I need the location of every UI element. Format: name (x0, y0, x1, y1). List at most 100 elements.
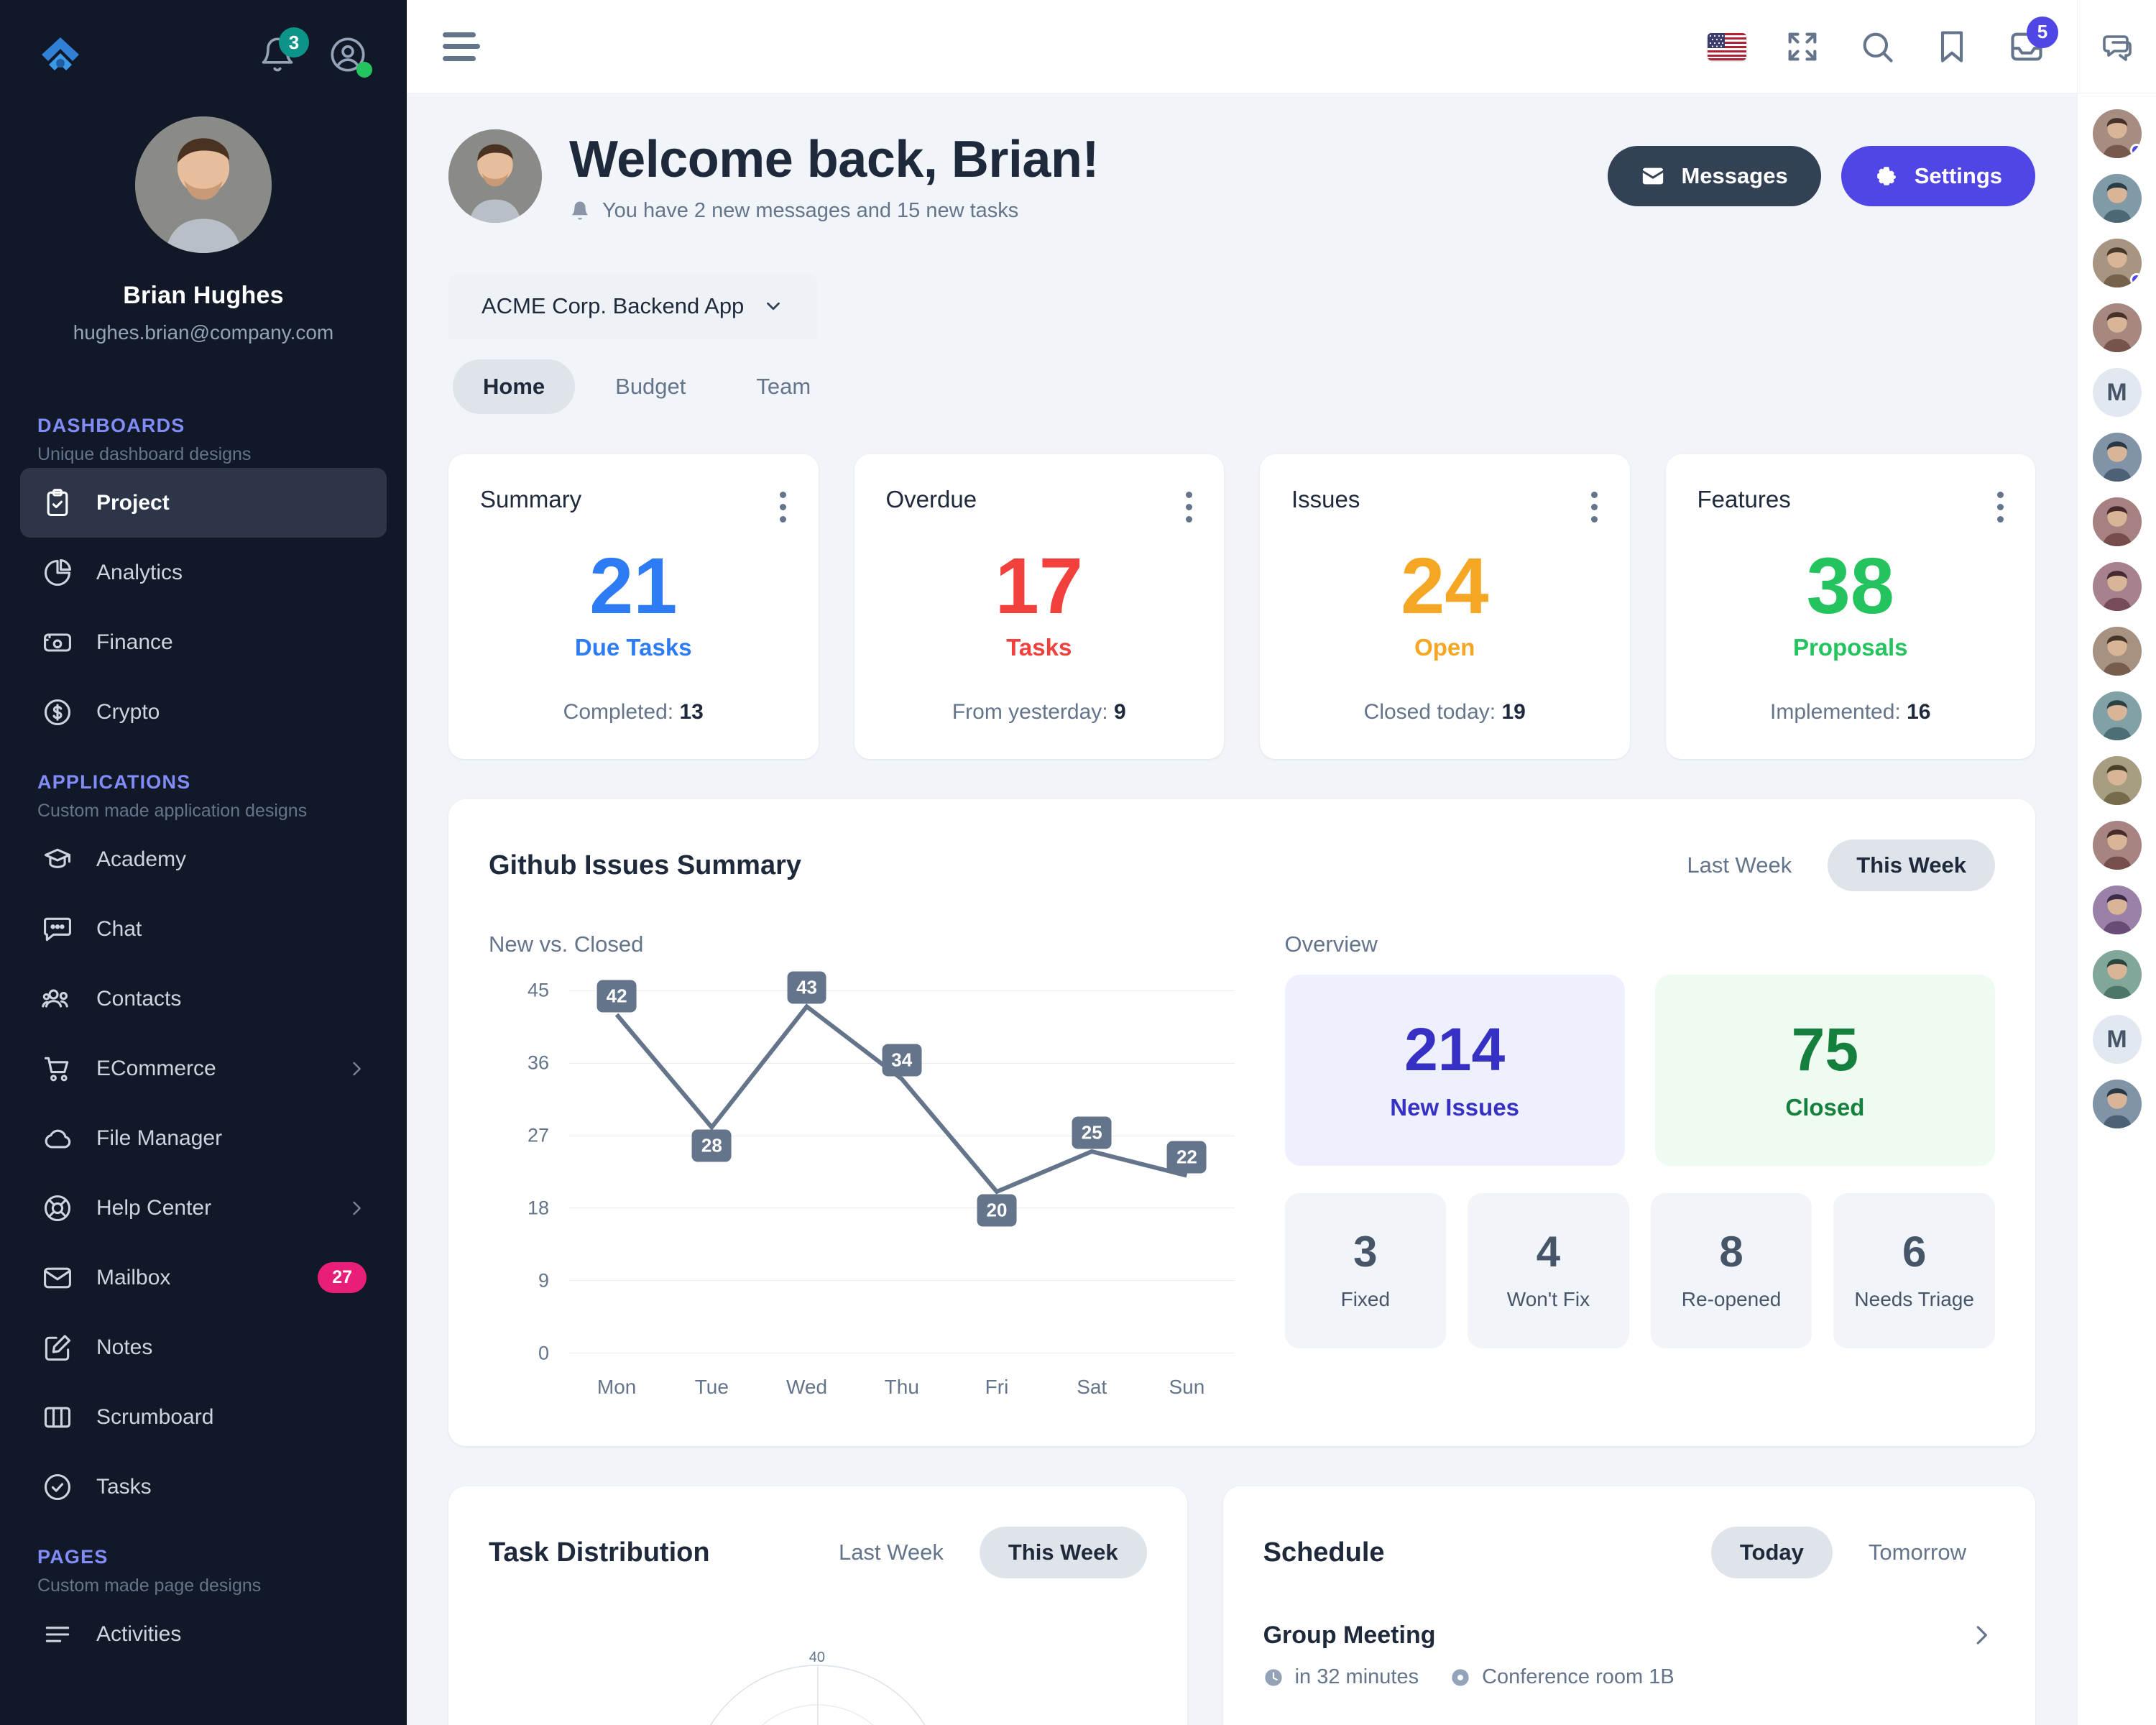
contact-avatar[interactable] (2092, 821, 2142, 870)
contact-avatar[interactable]: M (2092, 1015, 2142, 1064)
avatar (135, 116, 272, 253)
task-distribution-range-this-week[interactable]: This Week (979, 1527, 1147, 1578)
app-logo-icon[interactable] (37, 33, 83, 79)
schedule-range-tabs: Today Tomorrow (1710, 1527, 1995, 1578)
stat-card-footer-label: Implemented: (1770, 700, 1901, 724)
contact-avatar[interactable] (2092, 433, 2142, 482)
overview-tile-label: New Issues (1390, 1094, 1520, 1121)
more-options-icon[interactable] (1996, 486, 2004, 523)
sidebar-item-project[interactable]: Project (20, 468, 387, 538)
topbar: 5 (407, 0, 2077, 93)
cloud-icon (40, 1121, 75, 1156)
chart-y-tick-label: 0 (538, 1342, 549, 1364)
sidebar-item-badge: 27 (318, 1262, 367, 1293)
contact-avatar[interactable] (2092, 303, 2142, 352)
chevron-right-icon[interactable] (1968, 1622, 1995, 1649)
contact-avatar[interactable] (2092, 691, 2142, 740)
notifications-button[interactable]: 3 (259, 27, 309, 76)
more-options-icon[interactable] (1185, 486, 1192, 523)
chart-x-tick-label: Fri (985, 1376, 1009, 1398)
contact-avatar[interactable] (2092, 627, 2142, 676)
sidebar-item-chat[interactable]: Chat (20, 894, 387, 964)
tab-team[interactable]: Team (726, 359, 841, 414)
contact-avatar[interactable] (2092, 109, 2142, 158)
stat-card-value: 21 (589, 542, 678, 630)
project-selector[interactable]: ACME Corp. Backend App (448, 273, 818, 339)
tab-budget[interactable]: Budget (585, 359, 716, 414)
sidebar-item-label: Academy (96, 847, 187, 871)
overview-tile-label: Closed (1785, 1094, 1865, 1121)
overview-big-row: 214 New Issues 75 Closed (1284, 975, 1995, 1166)
sidebar-section-title: PAGES (37, 1546, 109, 1568)
contact-avatar[interactable] (2092, 497, 2142, 546)
sidebar-item-academy[interactable]: Academy (20, 824, 387, 894)
quick-panel-toggle[interactable] (2078, 0, 2156, 93)
sidebar-section-header: APPLICATIONS Custom made application des… (0, 747, 407, 824)
sidebar-header: 3 (0, 0, 407, 79)
inbox-count-badge: 5 (2027, 16, 2058, 48)
sidebar-item-notes[interactable]: Notes (20, 1312, 387, 1382)
contact-avatar[interactable] (2092, 562, 2142, 611)
new-vs-closed-chart-block: New vs. Closed 0 9 18 27 36 45 42 28 43 34 20 25 22 … (489, 932, 1256, 1406)
sidebar-item-label: Crypto (96, 699, 160, 724)
fullscreen-icon[interactable] (1784, 28, 1821, 65)
sidebar-item-help-center[interactable]: Help Center (20, 1173, 387, 1243)
contact-avatar[interactable]: M (2092, 368, 2142, 417)
settings-button-label: Settings (1914, 163, 2002, 188)
schedule-range-today[interactable]: Today (1710, 1527, 1833, 1578)
chart-y-tick-label: 45 (527, 979, 549, 1001)
bell-icon (571, 201, 589, 220)
sidebar-item-mailbox[interactable]: Mailbox 27 (20, 1243, 387, 1312)
schedule-title: Schedule (1263, 1537, 1385, 1568)
sidebar-item-activities[interactable]: Activities (20, 1599, 387, 1669)
clipboard-check-icon (40, 486, 75, 520)
more-options-icon[interactable] (780, 486, 787, 523)
contact-avatar[interactable] (2092, 886, 2142, 934)
hamburger-menu-icon[interactable] (443, 32, 480, 61)
user-status-button[interactable] (329, 36, 372, 78)
search-icon[interactable] (1858, 28, 1896, 65)
usa-flag-icon[interactable] (1708, 32, 1746, 60)
inbox-button[interactable]: 5 (2008, 16, 2058, 65)
contact-avatar[interactable] (2092, 174, 2142, 223)
github-range-last-week[interactable]: Last Week (1658, 840, 1820, 891)
bookmark-icon[interactable] (1933, 28, 1971, 65)
welcome-actions: Messages Settings (1608, 146, 2035, 206)
shopping-cart-icon (40, 1052, 75, 1086)
overview-tile-new-issues: 214 New Issues (1284, 975, 1625, 1166)
stat-card-footer-value: 16 (1907, 700, 1931, 724)
sidebar-profile[interactable]: Brian Hughes hughes.brian@company.com (0, 79, 407, 344)
schedule-range-tomorrow[interactable]: Tomorrow (1840, 1527, 1995, 1578)
sidebar-item-label: Scrumboard (96, 1404, 214, 1429)
sidebar-item-ecommerce[interactable]: ECommerce (20, 1034, 387, 1103)
pencil-square-icon (40, 1330, 75, 1365)
messages-button[interactable]: Messages (1608, 146, 1821, 206)
sidebar-item-label: Help Center (96, 1195, 212, 1220)
sidebar-section-subtitle: Custom made application designs (37, 801, 308, 821)
overview-block: Overview 214 New Issues 75 Closed 3 Fixed… (1284, 932, 1995, 1406)
sidebar-item-contacts[interactable]: Contacts (20, 964, 387, 1034)
sidebar-item-tasks[interactable]: Tasks (20, 1452, 387, 1522)
gear-icon (1876, 167, 1896, 185)
schedule-event-row[interactable]: Group Meeting in 32 minutes Conference r… (1263, 1622, 1995, 1689)
settings-button[interactable]: Settings (1841, 146, 2035, 206)
sidebar-item-finance[interactable]: Finance (20, 607, 387, 677)
columns-icon (40, 1400, 75, 1435)
sidebar-item-scrumboard[interactable]: Scrumboard (20, 1382, 387, 1452)
stat-card-features: Features 38 Proposals Implemented: 16 (1665, 454, 2035, 759)
sidebar-item-label: Contacts (96, 986, 182, 1011)
more-options-icon[interactable] (1591, 486, 1598, 523)
sidebar-item-file-manager[interactable]: File Manager (20, 1103, 387, 1173)
contact-avatar[interactable] (2092, 950, 2142, 999)
github-range-this-week[interactable]: This Week (1828, 840, 1995, 891)
sidebar-item-analytics[interactable]: Analytics (20, 538, 387, 607)
tab-home[interactable]: Home (453, 359, 576, 414)
contact-avatar[interactable] (2092, 239, 2142, 288)
task-distribution-range-last-week[interactable]: Last Week (810, 1527, 972, 1578)
stat-card-title: Overdue (885, 486, 977, 512)
sidebar-item-crypto[interactable]: Crypto (20, 677, 387, 747)
stat-card-overdue: Overdue 17 Tasks From yesterday: 9 (854, 454, 1224, 759)
contact-avatar[interactable] (2092, 1080, 2142, 1128)
contact-avatar[interactable] (2092, 756, 2142, 805)
chart-x-tick-label: Wed (786, 1376, 828, 1398)
